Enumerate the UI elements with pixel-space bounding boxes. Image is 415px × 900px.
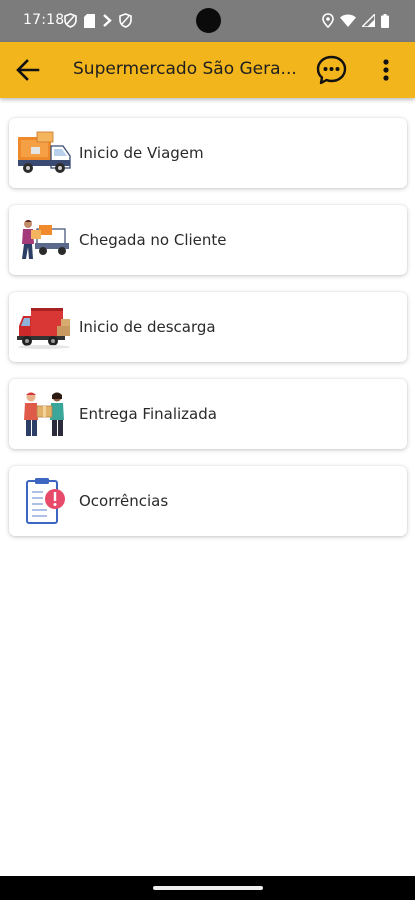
shield-icon bbox=[64, 13, 77, 28]
package-handover-icon bbox=[24, 392, 64, 436]
location-pin-icon bbox=[322, 13, 334, 28]
status-bar: 17:18 bbox=[0, 0, 415, 42]
system-navigation-bar bbox=[0, 876, 415, 900]
play-arrow-icon bbox=[103, 14, 112, 27]
menu-item-inicio-de-descarga[interactable]: Inicio de descarga bbox=[9, 292, 407, 362]
home-gesture-handle[interactable] bbox=[153, 886, 263, 890]
page-title: Supermercado São Gera... bbox=[73, 59, 297, 79]
menu-item-chegada-no-cliente[interactable]: Chegada no Cliente bbox=[9, 205, 407, 275]
status-right-icons bbox=[322, 13, 389, 28]
clipboard-alert-icon bbox=[26, 478, 65, 524]
menu-item-ocorrencias[interactable]: Ocorrências bbox=[9, 466, 407, 536]
more-options-button[interactable] bbox=[376, 56, 396, 84]
arrow-back-icon bbox=[16, 59, 40, 81]
status-time: 17:18 bbox=[23, 12, 65, 28]
shield-icon bbox=[119, 13, 132, 28]
battery-icon bbox=[381, 13, 389, 28]
menu-item-label: Ocorrências bbox=[79, 492, 169, 510]
app-bar: Supermercado São Gera... bbox=[0, 42, 415, 98]
menu-item-label: Inicio de Viagem bbox=[79, 144, 204, 162]
status-left-icons bbox=[64, 13, 132, 28]
chat-bubble-icon bbox=[316, 55, 347, 85]
red-truck-unloading-icon bbox=[17, 308, 70, 349]
more-vertical-icon bbox=[383, 59, 389, 81]
back-button[interactable] bbox=[14, 56, 42, 84]
menu-item-inicio-de-viagem[interactable]: Inicio de Viagem bbox=[9, 118, 407, 188]
menu-list: Inicio de Viagem Chegada no Cliente Inic… bbox=[9, 118, 407, 553]
menu-item-label: Entrega Finalizada bbox=[79, 405, 217, 423]
menu-item-label: Chegada no Cliente bbox=[79, 231, 227, 249]
signal-icon bbox=[362, 14, 375, 27]
menu-item-entrega-finalizada[interactable]: Entrega Finalizada bbox=[9, 379, 407, 449]
chat-button[interactable] bbox=[315, 54, 348, 87]
menu-item-label: Inicio de descarga bbox=[79, 318, 216, 336]
delivery-truck-icon bbox=[18, 131, 71, 173]
courier-truck-icon bbox=[22, 220, 69, 259]
sim-card-icon bbox=[84, 13, 95, 28]
wifi-icon bbox=[340, 14, 356, 27]
camera-cutout bbox=[196, 8, 221, 33]
